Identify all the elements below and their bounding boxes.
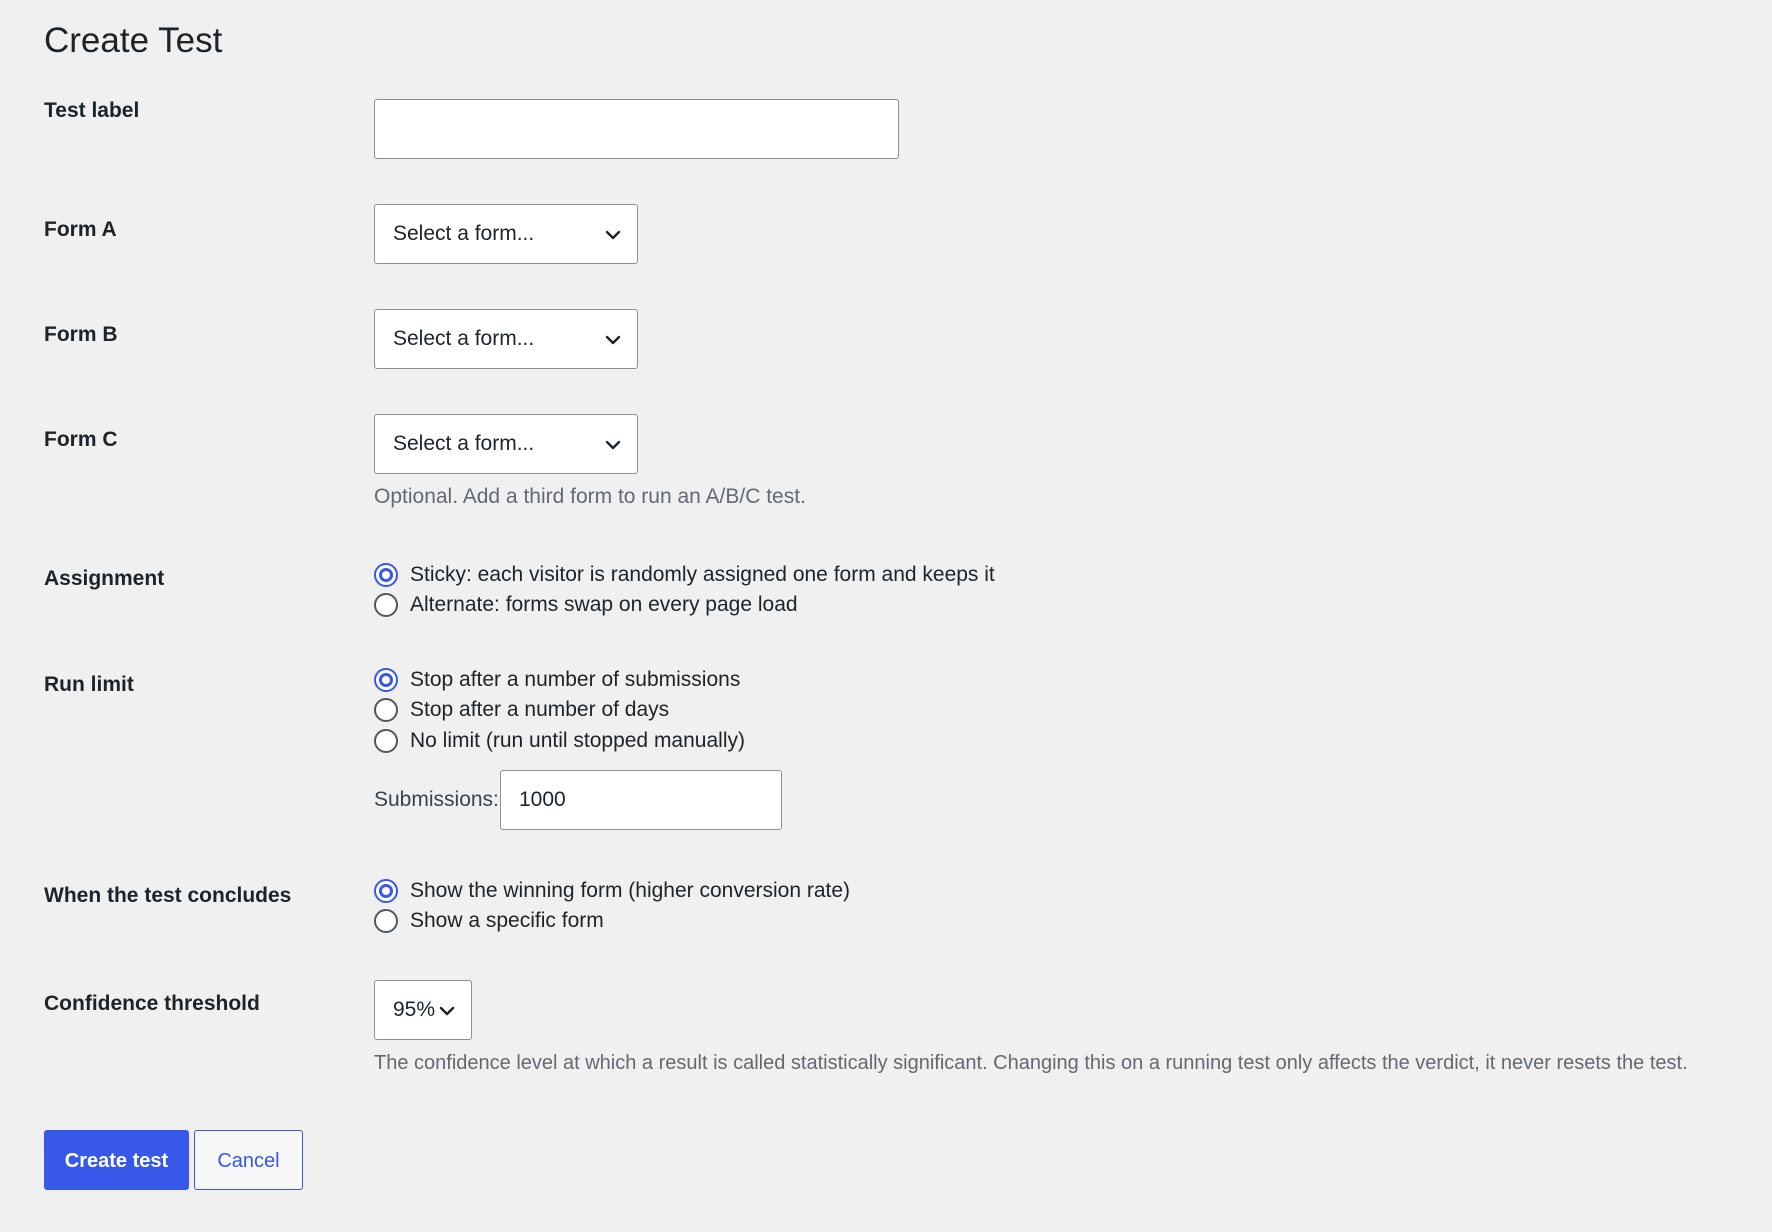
form-c-select[interactable]: Select a form... <box>374 414 638 474</box>
run-limit-label: Run limit <box>44 673 134 696</box>
chevron-down-icon <box>437 1001 457 1021</box>
cancel-button[interactable]: Cancel <box>194 1130 303 1190</box>
chevron-down-icon <box>603 330 623 350</box>
form-a-select-value: Select a form... <box>393 222 535 245</box>
run-limit-days-radio[interactable] <box>374 698 398 722</box>
run-limit-option-no-limit[interactable]: No limit (run until stopped manually) <box>374 727 745 755</box>
assignment-alternate-radio[interactable] <box>374 593 398 617</box>
assignment-sticky-radio[interactable] <box>374 563 398 587</box>
run-limit-no-limit-radio[interactable] <box>374 729 398 753</box>
form-c-help-text: Optional. Add a third form to run an A/B… <box>374 485 806 508</box>
run-limit-no-limit-label: No limit (run until stopped manually) <box>410 729 745 752</box>
confidence-select-value: 95% <box>393 998 436 1021</box>
form-a-select[interactable]: Select a form... <box>374 204 638 264</box>
run-limit-submissions-label: Stop after a number of submissions <box>410 668 741 691</box>
run-limit-option-submissions[interactable]: Stop after a number of submissions <box>374 666 740 694</box>
submissions-input[interactable] <box>500 770 782 830</box>
confidence-select[interactable]: 95% <box>374 980 472 1040</box>
form-c-label: Form C <box>44 428 118 451</box>
conclusion-specific-label: Show a specific form <box>410 909 604 932</box>
assignment-option-sticky[interactable]: Sticky: each visitor is randomly assigne… <box>374 561 995 589</box>
assignment-alternate-label: Alternate: forms swap on every page load <box>410 593 798 616</box>
create-test-button[interactable]: Create test <box>44 1130 189 1190</box>
form-a-label: Form A <box>44 218 117 241</box>
confidence-label: Confidence threshold <box>44 992 260 1015</box>
run-limit-submissions-radio[interactable] <box>374 668 398 692</box>
create-test-page: Create Test Test label Form A Select a f… <box>0 0 1772 1232</box>
submissions-label: Submissions: <box>374 788 499 811</box>
form-b-select-value: Select a form... <box>393 327 535 350</box>
form-b-select[interactable]: Select a form... <box>374 309 638 369</box>
conclusion-winning-label: Show the winning form (higher conversion… <box>410 879 851 902</box>
confidence-help-text: The confidence level at which a result i… <box>374 1052 1688 1074</box>
page-title: Create Test <box>44 21 223 60</box>
chevron-down-icon <box>603 225 623 245</box>
test-label-label: Test label <box>44 99 140 122</box>
assignment-label: Assignment <box>44 567 165 590</box>
chevron-down-icon <box>603 435 623 455</box>
form-b-label: Form B <box>44 323 118 346</box>
conclusion-specific-radio[interactable] <box>374 909 398 933</box>
assignment-option-alternate[interactable]: Alternate: forms swap on every page load <box>374 591 798 619</box>
test-label-input[interactable] <box>374 99 899 159</box>
run-limit-days-label: Stop after a number of days <box>410 698 670 721</box>
conclusion-label: When the test concludes <box>44 884 292 907</box>
form-c-select-value: Select a form... <box>393 432 535 455</box>
conclusion-option-specific[interactable]: Show a specific form <box>374 907 604 935</box>
conclusion-option-winning[interactable]: Show the winning form (higher conversion… <box>374 877 850 905</box>
run-limit-option-days[interactable]: Stop after a number of days <box>374 696 669 724</box>
conclusion-winning-radio[interactable] <box>374 879 398 903</box>
assignment-sticky-label: Sticky: each visitor is randomly assigne… <box>410 563 995 586</box>
